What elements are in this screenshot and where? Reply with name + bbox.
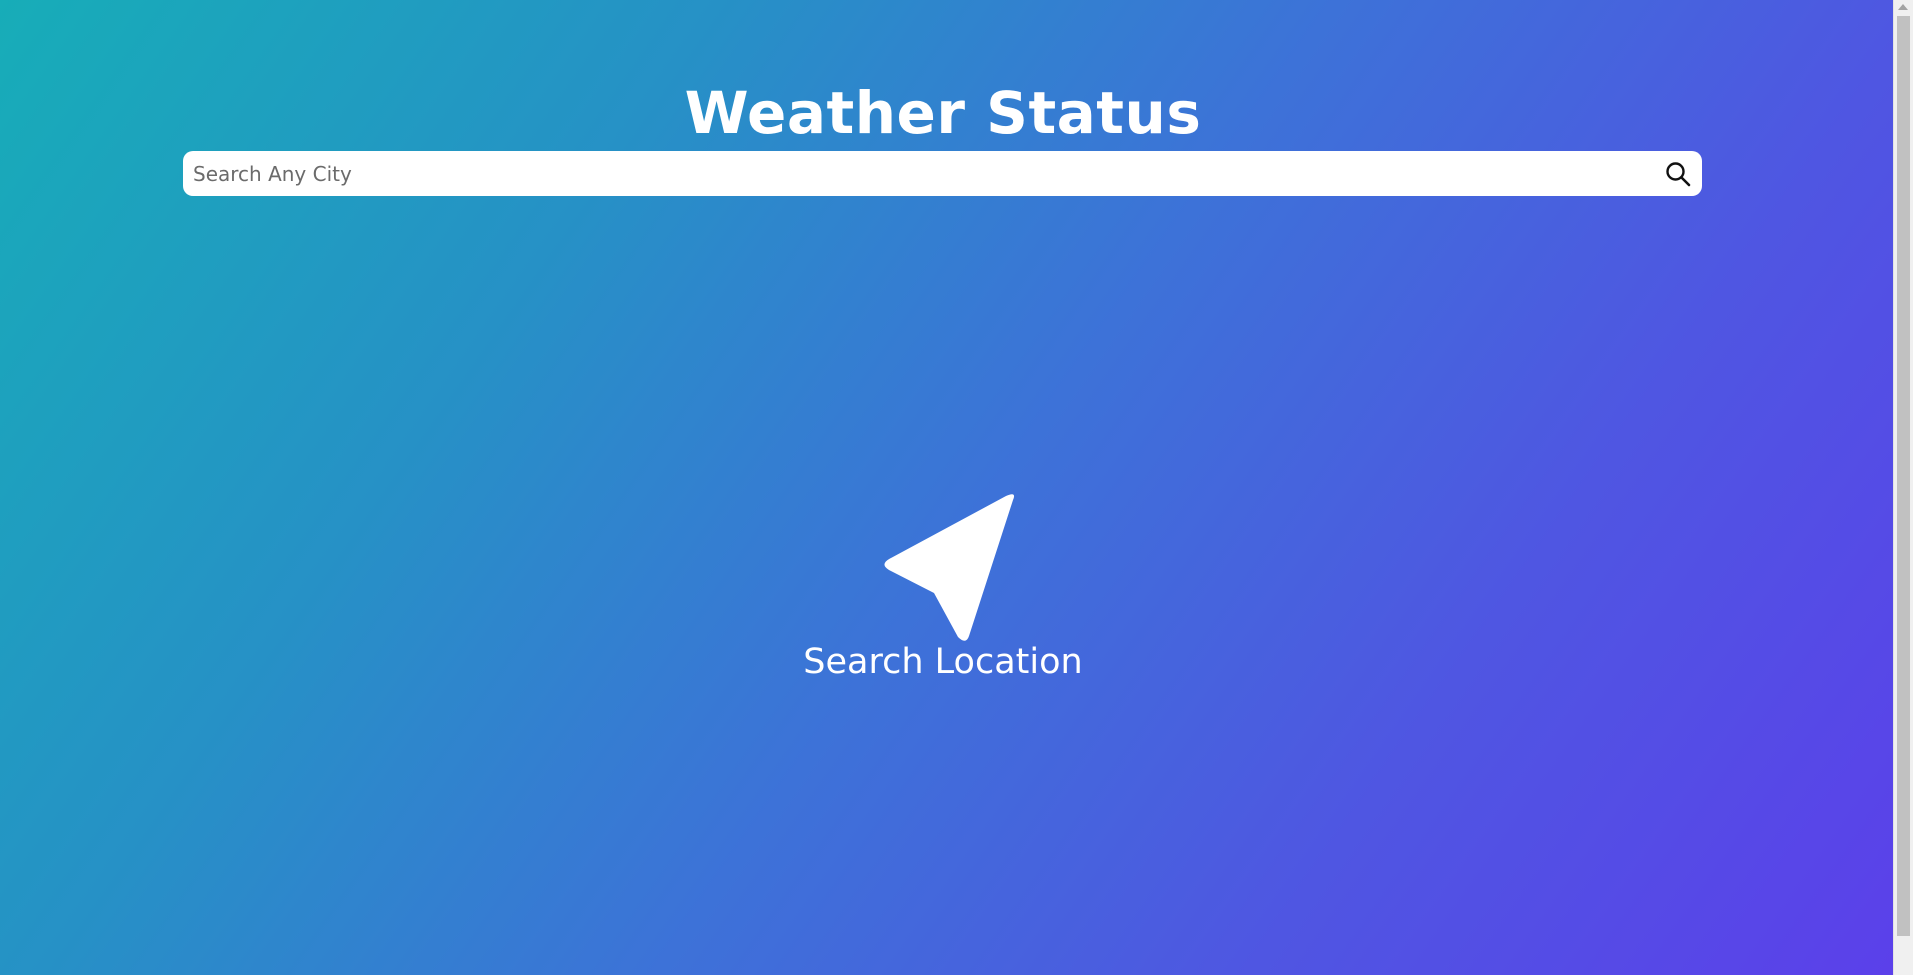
empty-state-label: Search Location xyxy=(803,642,1083,682)
scroll-up-arrow-icon[interactable] xyxy=(1898,4,1908,10)
empty-state: Search Location xyxy=(0,488,1886,684)
scrollbar-thumb[interactable] xyxy=(1897,16,1910,936)
app-background: Weather Status Search Location xyxy=(0,0,1893,975)
vertical-scrollbar[interactable] xyxy=(1893,0,1913,975)
search-input[interactable] xyxy=(193,151,1633,196)
page-title: Weather Status xyxy=(684,78,1202,147)
navigation-arrow-icon xyxy=(884,494,1015,641)
search-icon xyxy=(1666,162,1691,187)
search-bar xyxy=(183,151,1702,196)
search-button[interactable] xyxy=(1660,156,1696,192)
